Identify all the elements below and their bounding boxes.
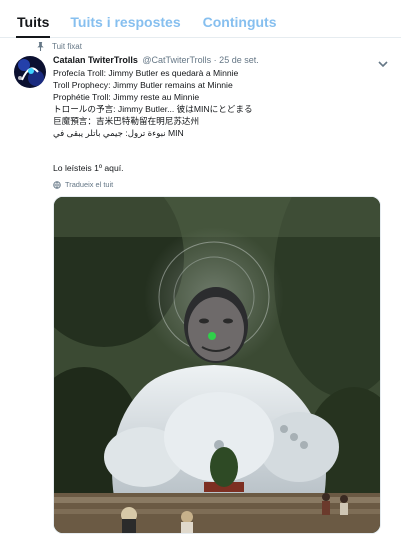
tab-tweets[interactable]: Tuits bbox=[16, 0, 51, 38]
profile-tabs: Tuits Tuits i respostes Continguts bbox=[0, 0, 401, 38]
pinned-indicator: Tuit fixat bbox=[36, 42, 82, 51]
tweet-text: Profecía Troll: Jimmy Butler es quedarà … bbox=[53, 68, 253, 139]
pinned-label: Tuit fixat bbox=[52, 42, 82, 51]
tweet-line: Troll Prophecy: Jimmy Butler remains at … bbox=[53, 79, 233, 90]
translate-label: Tradueix el tuit bbox=[65, 180, 114, 189]
tab-media[interactable]: Continguts bbox=[203, 0, 277, 38]
translate-tweet-link[interactable]: Tradueix el tuit bbox=[53, 180, 113, 189]
tweet-image[interactable] bbox=[53, 196, 381, 534]
tweet-line: 巨魔預言：吉米巴特勒留在明尼苏达州 bbox=[53, 115, 200, 126]
tweet-line: Prophétie Troll: Jimmy reste au Minnie bbox=[53, 91, 200, 102]
tweet-line: トロールの予言: Jimmy Butler... 彼はMINにとどまる bbox=[53, 103, 253, 114]
globe-icon bbox=[53, 180, 61, 189]
tweet-line: نبوءة ترول: جيمي باتلر يبقى في MIN bbox=[53, 127, 184, 138]
pin-icon bbox=[36, 42, 45, 51]
author-handle-date: @CatTwiterTrolls · 25 de set. bbox=[142, 55, 259, 65]
tweet-lead-text: Lo leísteis 1º aquí. bbox=[53, 163, 124, 173]
avatar[interactable] bbox=[14, 56, 46, 88]
tab-tweets-and-replies[interactable]: Tuits i respostes bbox=[70, 0, 180, 38]
pinned-tweet[interactable]: Tuit fixat Catalan TwiterTrolls @CatTwit… bbox=[0, 38, 401, 538]
tweet-line: Profecía Troll: Jimmy Butler es quedarà … bbox=[53, 68, 239, 78]
tweet-header: Catalan TwiterTrolls @CatTwiterTrolls · … bbox=[53, 55, 259, 66]
chevron-down-icon[interactable] bbox=[377, 56, 389, 68]
author-name[interactable]: Catalan TwiterTrolls bbox=[53, 55, 138, 65]
